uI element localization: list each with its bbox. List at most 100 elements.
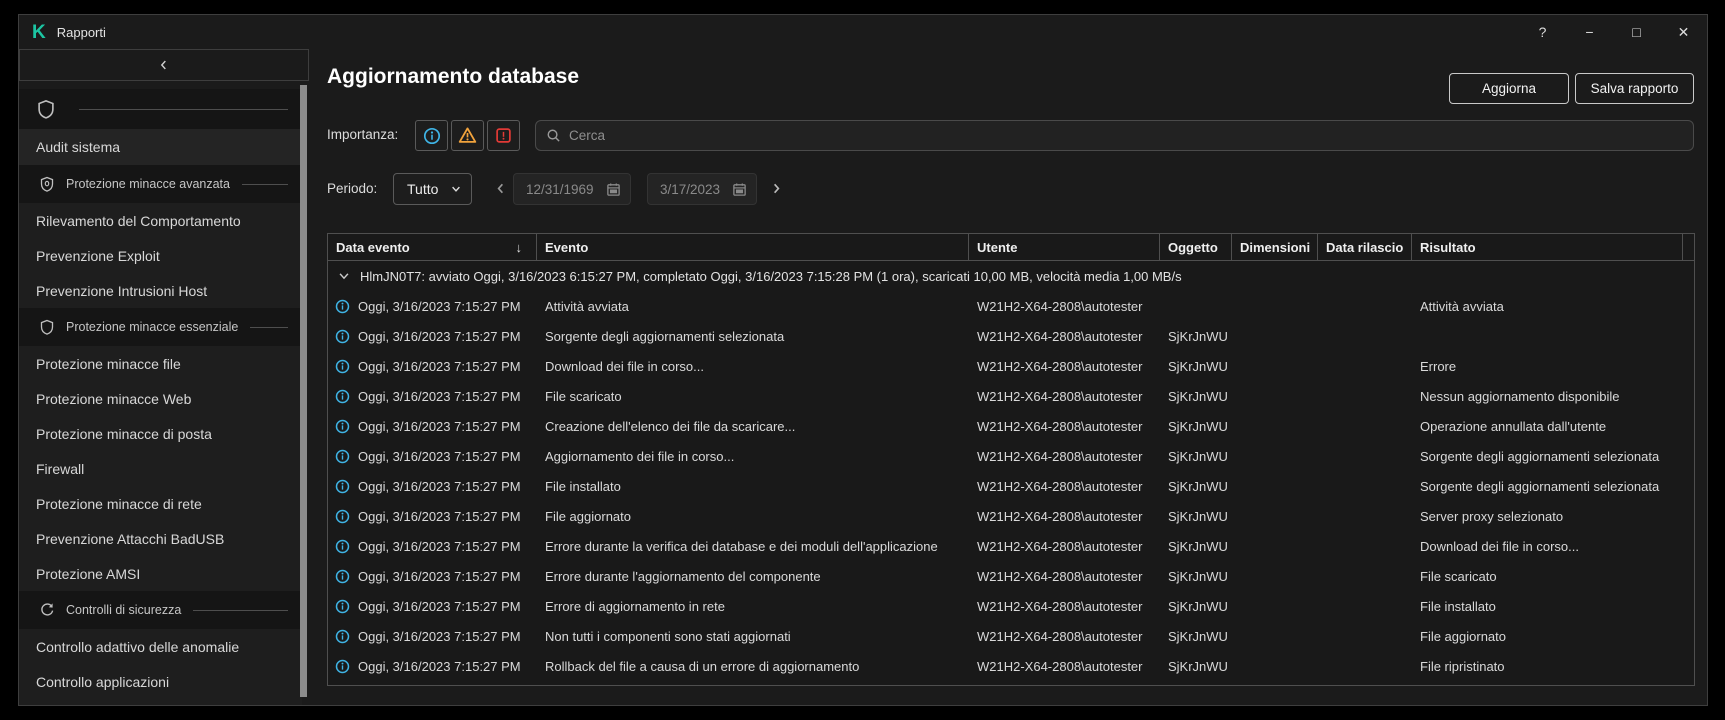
cell-event: Attività avviata bbox=[537, 299, 969, 314]
help-button[interactable]: ? bbox=[1519, 15, 1566, 49]
period-prev-button[interactable] bbox=[493, 181, 508, 196]
cell-user: W21H2-X64-2808\autotester bbox=[969, 569, 1160, 584]
table-row[interactable]: Oggi, 3/16/2023 7:15:27 PMErrore durante… bbox=[328, 531, 1694, 561]
table-row[interactable]: Oggi, 3/16/2023 7:15:27 PMErrore durante… bbox=[328, 561, 1694, 591]
sidebar-item-prevenzione-intrusioni-host[interactable]: Prevenzione Intrusioni Host bbox=[19, 273, 302, 308]
info-icon bbox=[335, 509, 350, 524]
cell-event-date: Oggi, 3/16/2023 7:15:27 PM bbox=[328, 629, 537, 644]
titlebar: K Rapporti ? − □ ✕ bbox=[19, 15, 1707, 49]
table-row[interactable]: Oggi, 3/16/2023 7:15:27 PMFile aggiornat… bbox=[328, 501, 1694, 531]
close-button[interactable]: ✕ bbox=[1660, 15, 1707, 49]
cell-object: SjKrJnWU bbox=[1160, 629, 1232, 644]
cell-object: SjKrJnWU bbox=[1160, 569, 1232, 584]
cell-event: File installato bbox=[537, 479, 969, 494]
date-from-field[interactable]: 12/31/1969 bbox=[513, 173, 631, 205]
table-row[interactable]: Oggi, 3/16/2023 7:15:27 PMNon tutti i co… bbox=[328, 621, 1694, 651]
table-row[interactable]: Oggi, 3/16/2023 7:15:27 PMCreazione dell… bbox=[328, 411, 1694, 441]
sidebar-scrollbar[interactable] bbox=[300, 85, 307, 697]
cell-object: SjKrJnWU bbox=[1160, 419, 1232, 434]
maximize-button[interactable]: □ bbox=[1613, 15, 1660, 49]
cell-object: SjKrJnWU bbox=[1160, 329, 1232, 344]
chevron-left-icon bbox=[493, 181, 508, 196]
cell-event-date: Oggi, 3/16/2023 7:15:27 PM bbox=[328, 599, 537, 614]
sidebar-item-prevenzione-exploit[interactable]: Prevenzione Exploit bbox=[19, 238, 302, 273]
search-input[interactable] bbox=[569, 128, 1693, 143]
sidebar-item-controllo-adattivo-delle-anomalie[interactable]: Controllo adattivo delle anomalie bbox=[19, 629, 302, 664]
section-divider bbox=[242, 184, 288, 185]
sidebar-item-firewall[interactable]: Firewall bbox=[19, 451, 302, 486]
column-header-label: Utente bbox=[977, 240, 1017, 255]
cell-result: Operazione annullata dall'utente bbox=[1412, 419, 1683, 434]
column-header-dimensioni[interactable]: Dimensioni bbox=[1232, 234, 1318, 260]
importance-error-button[interactable] bbox=[487, 120, 520, 151]
column-header-data-rilascio[interactable]: Data rilascio bbox=[1318, 234, 1412, 260]
cell-event-date: Oggi, 3/16/2023 7:15:27 PM bbox=[328, 419, 537, 434]
table-row[interactable]: Oggi, 3/16/2023 7:15:27 PMSorgente degli… bbox=[328, 321, 1694, 351]
window-controls: ? − □ ✕ bbox=[1519, 15, 1707, 49]
cell-result: Download dei file in corso... bbox=[1412, 539, 1683, 554]
cell-object: SjKrJnWU bbox=[1160, 599, 1232, 614]
period-next-button[interactable] bbox=[769, 181, 784, 196]
sidebar-item-audit-sistema[interactable]: Audit sistema bbox=[19, 129, 302, 165]
save-report-button[interactable]: Salva rapporto bbox=[1575, 73, 1694, 104]
cell-event: Errore di aggiornamento in rete bbox=[537, 599, 969, 614]
table-row[interactable]: Oggi, 3/16/2023 7:15:27 PMDownload dei f… bbox=[328, 351, 1694, 381]
table-row[interactable]: Oggi, 3/16/2023 7:15:27 PMRollback del f… bbox=[328, 651, 1694, 681]
cell-result: Server proxy selezionato bbox=[1412, 509, 1683, 524]
importance-label: Importanza: bbox=[327, 127, 398, 142]
sidebar-item-protezione-minacce-di-rete[interactable]: Protezione minacce di rete bbox=[19, 486, 302, 521]
sidebar-item-protezione-minacce-file[interactable]: Protezione minacce file bbox=[19, 346, 302, 381]
importance-warning-button[interactable] bbox=[451, 120, 484, 151]
period-select[interactable]: Tutto bbox=[393, 173, 472, 205]
kaspersky-logo-icon: K bbox=[32, 23, 46, 42]
table-row[interactable]: Oggi, 3/16/2023 7:15:27 PMAttività avvia… bbox=[328, 291, 1694, 321]
info-icon bbox=[335, 389, 350, 404]
sidebar-item-label: Rilevamento del Comportamento bbox=[36, 213, 241, 229]
sidebar-section-label: Protezione minacce essenziale bbox=[66, 320, 238, 334]
column-header-data-evento[interactable]: Data evento↓ bbox=[328, 234, 537, 260]
minimize-button[interactable]: − bbox=[1566, 15, 1613, 49]
cell-event-date: Oggi, 3/16/2023 7:15:27 PM bbox=[328, 329, 537, 344]
cell-result: File scaricato bbox=[1412, 569, 1683, 584]
sidebar-item-protezione-minacce-web[interactable]: Protezione minacce Web bbox=[19, 381, 302, 416]
date-to-field[interactable]: 3/17/2023 bbox=[647, 173, 757, 205]
column-header-label: Evento bbox=[545, 240, 588, 255]
sidebar-section-label: Controlli di sicurezza bbox=[66, 603, 181, 617]
sidebar-item-controllo-dispositivi[interactable]: Controllo dispositivi bbox=[19, 699, 302, 705]
cell-event-date: Oggi, 3/16/2023 7:15:27 PM bbox=[328, 449, 537, 464]
table-row[interactable]: Oggi, 3/16/2023 7:15:27 PMErrore di aggi… bbox=[328, 591, 1694, 621]
column-header-label: Oggetto bbox=[1168, 240, 1218, 255]
info-icon bbox=[335, 299, 350, 314]
sidebar-item-label: Protezione AMSI bbox=[36, 566, 140, 582]
importance-info-button[interactable] bbox=[415, 120, 448, 151]
update-button[interactable]: Aggiorna bbox=[1449, 73, 1569, 104]
sidebar-collapse-button[interactable] bbox=[19, 49, 309, 81]
sidebar-item-protezione-minacce-di-posta[interactable]: Protezione minacce di posta bbox=[19, 416, 302, 451]
cell-result: Sorgente degli aggiornamenti selezionata bbox=[1412, 449, 1683, 464]
sidebar-item-label: Controllo adattivo delle anomalie bbox=[36, 639, 239, 655]
sidebar-item-prevenzione-attacchi-badusb[interactable]: Prevenzione Attacchi BadUSB bbox=[19, 521, 302, 556]
cell-result: Errore bbox=[1412, 359, 1683, 374]
cell-event: Non tutti i componenti sono stati aggior… bbox=[537, 629, 969, 644]
sidebar-item-controllo-applicazioni[interactable]: Controllo applicazioni bbox=[19, 664, 302, 699]
cell-user: W21H2-X64-2808\autotester bbox=[969, 389, 1160, 404]
column-header-utente[interactable]: Utente bbox=[969, 234, 1160, 260]
cell-user: W21H2-X64-2808\autotester bbox=[969, 359, 1160, 374]
info-icon bbox=[335, 539, 350, 554]
table-row[interactable]: Oggi, 3/16/2023 7:15:27 PMAggiornamento … bbox=[328, 441, 1694, 471]
info-icon bbox=[335, 329, 350, 344]
table-row[interactable]: Oggi, 3/16/2023 7:15:27 PMFile installat… bbox=[328, 471, 1694, 501]
cell-event: Rollback del file a causa di un errore d… bbox=[537, 659, 969, 674]
table-row[interactable]: Oggi, 3/16/2023 7:15:27 PMFile scaricato… bbox=[328, 381, 1694, 411]
column-header-evento[interactable]: Evento bbox=[537, 234, 969, 260]
column-header-label: Data evento bbox=[336, 240, 410, 255]
table-group-row[interactable]: HlmJN0T7: avviato Oggi, 3/16/2023 6:15:2… bbox=[328, 261, 1694, 291]
sidebar-item-label: Audit sistema bbox=[36, 139, 120, 155]
cell-event-date: Oggi, 3/16/2023 7:15:27 PM bbox=[328, 389, 537, 404]
cell-event-date: Oggi, 3/16/2023 7:15:27 PM bbox=[328, 479, 537, 494]
sidebar-item-protezione-amsi[interactable]: Protezione AMSI bbox=[19, 556, 302, 591]
column-header-oggetto[interactable]: Oggetto bbox=[1160, 234, 1232, 260]
column-header-risultato[interactable]: Risultato bbox=[1412, 234, 1683, 260]
shield-dot-icon bbox=[39, 176, 55, 192]
sidebar-item-rilevamento-del-comportamento[interactable]: Rilevamento del Comportamento bbox=[19, 203, 302, 238]
